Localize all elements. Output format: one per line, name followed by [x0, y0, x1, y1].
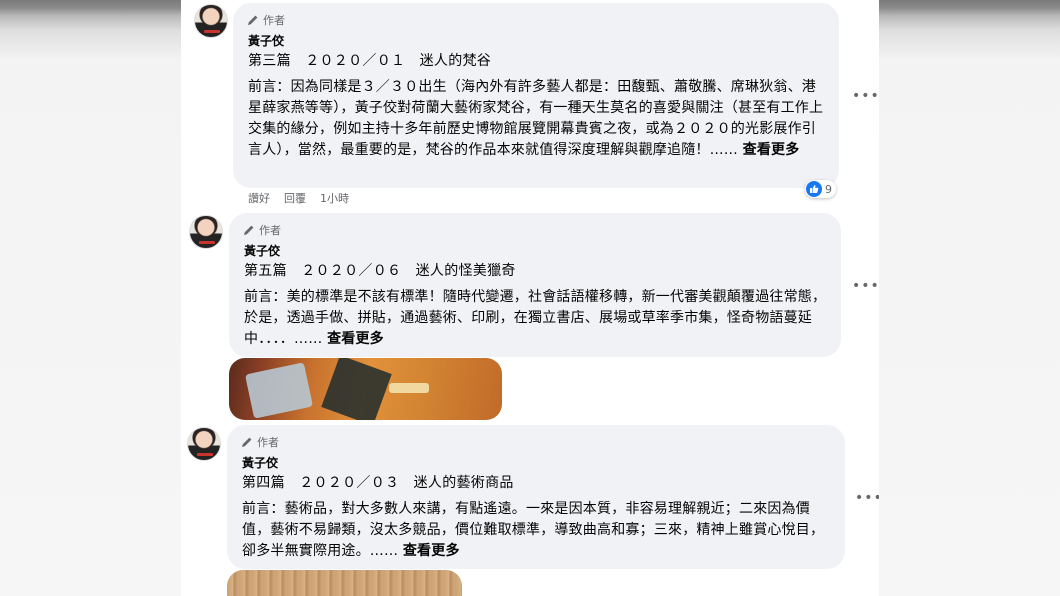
- author-badge-label: 作者: [257, 436, 279, 449]
- comment-bubble: 作者 黃子佼 第三篇 ２０２０／０１ 迷人的梵谷 前言：因為同樣是３／３０出生（…: [233, 3, 839, 188]
- comment-feed: 作者 黃子佼 第三篇 ２０２０／０１ 迷人的梵谷 前言：因為同樣是３／３０出生（…: [181, 0, 879, 596]
- author-badge-label: 作者: [259, 224, 281, 237]
- pencil-icon: [244, 225, 254, 235]
- like-link[interactable]: 讚好: [248, 190, 270, 206]
- see-more-link[interactable]: 查看更多: [403, 543, 460, 559]
- comment-heading: 第三篇 ２０２０／０１ 迷人的梵谷: [248, 53, 492, 69]
- more-options-icon[interactable]: •••: [855, 490, 879, 506]
- reaction-count: 9: [825, 182, 832, 196]
- reply-link[interactable]: 回覆: [284, 190, 306, 206]
- comment-bubble: 作者 黃子佼 第四篇 ２０２０／０３ 迷人的藝術商品 前言：藝術品，對大多數人來…: [227, 425, 845, 569]
- comment-heading: 第四篇 ２０２０／０３ 迷人的藝術商品: [242, 475, 514, 491]
- attached-photo[interactable]: [229, 358, 502, 420]
- comment-actions: 讚好 回覆 1小時: [248, 190, 349, 206]
- author-badge: 作者: [241, 434, 279, 450]
- see-more-link[interactable]: 查看更多: [327, 331, 384, 347]
- comment-text: 前言：美的標準是不該有標準！隨時代變遷，社會話語權移轉，新一代審美觀顛覆過往常態…: [244, 287, 829, 350]
- pencil-icon: [248, 15, 258, 25]
- see-more-link[interactable]: 查看更多: [743, 142, 800, 158]
- comment-body: 前言：藝術品，對大多數人來講，有點遙遠。一來是因本質，非容易理解親近；二來因為價…: [242, 501, 825, 559]
- timestamp[interactable]: 1小時: [320, 190, 349, 206]
- comment-text: 前言：因為同樣是３／３０出生（海內外有許多藝人都是：田馥甄、蕭敬騰、席琳狄翁、港…: [248, 77, 828, 161]
- like-reaction-icon: [806, 181, 822, 197]
- reaction-summary[interactable]: 9: [805, 180, 836, 198]
- author-badge: 作者: [243, 222, 281, 238]
- more-options-icon[interactable]: •••: [852, 278, 879, 294]
- comment-body: 前言：因為同樣是３／３０出生（海內外有許多藝人都是：田馥甄、蕭敬騰、席琳狄翁、港…: [248, 79, 824, 158]
- author-badge-label: 作者: [263, 14, 285, 27]
- left-dimmed-backdrop: [0, 0, 181, 596]
- avatar[interactable]: [189, 215, 223, 249]
- pencil-icon: [242, 437, 252, 447]
- avatar[interactable]: [194, 4, 228, 38]
- commenter-name[interactable]: 黃子佼: [244, 242, 280, 259]
- comment-text: 前言：藝術品，對大多數人來講，有點遙遠。一來是因本質，非容易理解親近；二來因為價…: [242, 499, 832, 562]
- more-options-icon[interactable]: •••: [852, 88, 879, 104]
- comment-bubble: 作者 黃子佼 第五篇 ２０２０／０６ 迷人的怪美獵奇 前言：美的標準是不該有標準…: [229, 213, 841, 357]
- comment-heading: 第五篇 ２０２０／０６ 迷人的怪美獵奇: [244, 263, 516, 279]
- right-dimmed-backdrop: [879, 0, 1060, 596]
- author-badge: 作者: [247, 12, 285, 28]
- commenter-name[interactable]: 黃子佼: [242, 454, 278, 471]
- commenter-name[interactable]: 黃子佼: [248, 32, 284, 49]
- attached-photo[interactable]: [227, 570, 462, 596]
- avatar[interactable]: [187, 427, 221, 461]
